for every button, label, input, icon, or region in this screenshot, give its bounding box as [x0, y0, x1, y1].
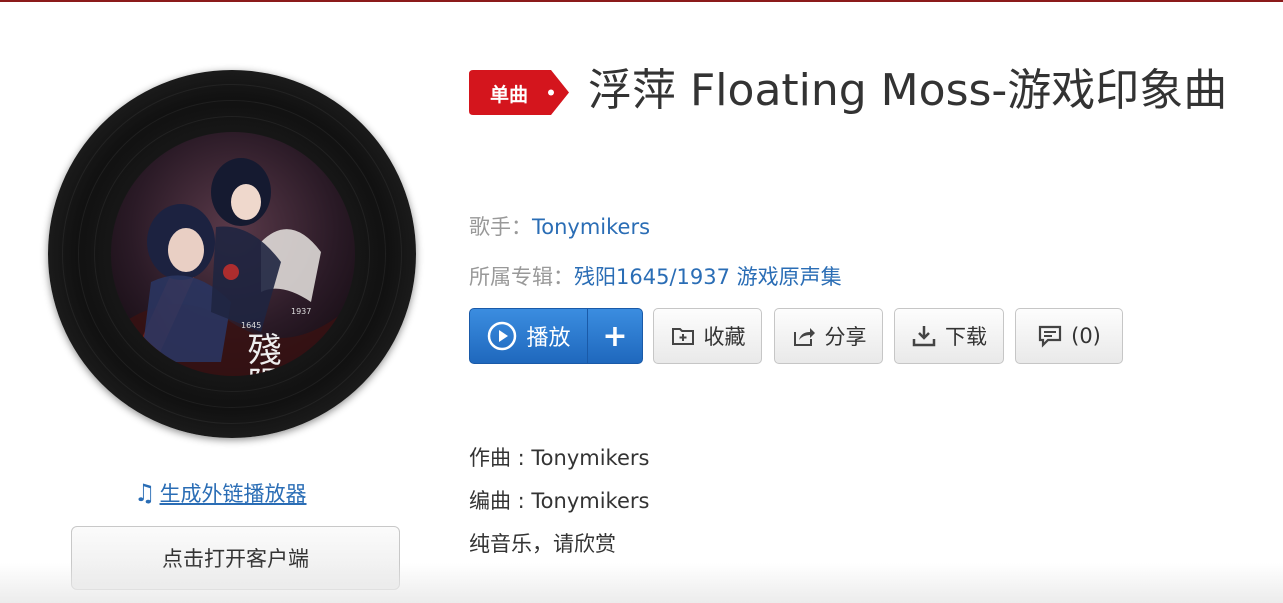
comment-count: (0): [1071, 324, 1101, 348]
song-title: 浮萍 Floating Moss-游戏印象曲: [588, 65, 1228, 116]
cover-art-year-left: 1645: [241, 321, 261, 330]
cover-art-year-right: 1937: [291, 307, 311, 316]
play-button-group: 播放 +: [469, 308, 643, 364]
share-icon: [793, 328, 815, 346]
music-note-icon: ♫: [134, 479, 156, 507]
folder-add-icon: [671, 328, 694, 345]
download-button[interactable]: 下载: [894, 308, 1004, 364]
singer-label: 歌手：: [469, 215, 532, 239]
arranger-line: 编曲 : Tonymikers: [469, 489, 650, 513]
collect-label: 收藏: [703, 325, 746, 349]
play-button[interactable]: 播放: [470, 309, 588, 363]
comment-button[interactable]: (0): [1015, 308, 1123, 364]
composer-line: 作曲 : Tonymikers: [469, 446, 650, 470]
external-player-link-row[interactable]: ♫ 生成外链播放器: [134, 478, 307, 508]
album-link[interactable]: 残阳1645/1937 游戏原声集: [574, 265, 842, 289]
top-border: [0, 0, 1283, 2]
singer-link[interactable]: Tonymikers: [532, 215, 650, 239]
external-player-link[interactable]: 生成外链播放器: [160, 478, 307, 508]
share-label: 分享: [824, 325, 867, 349]
album-cover-image: 殘陽 1645 1937: [111, 132, 355, 376]
play-icon: [488, 321, 517, 351]
bottom-fade: [0, 563, 1283, 603]
download-icon: [912, 326, 936, 347]
comment-icon: [1039, 325, 1062, 348]
album-label: 所属专辑：: [469, 265, 574, 289]
download-label: 下载: [945, 325, 987, 349]
singer-row: 歌手：Tonymikers: [469, 211, 650, 241]
play-label: 播放: [526, 326, 571, 351]
album-row: 所属专辑：残阳1645/1937 游戏原声集: [469, 261, 842, 291]
description-line: 纯音乐，请欣赏: [469, 532, 616, 556]
share-button[interactable]: 分享: [774, 308, 883, 364]
add-to-playlist-button[interactable]: +: [588, 309, 642, 363]
single-tag-label: 单曲: [490, 84, 529, 106]
collect-button[interactable]: 收藏: [653, 308, 762, 364]
